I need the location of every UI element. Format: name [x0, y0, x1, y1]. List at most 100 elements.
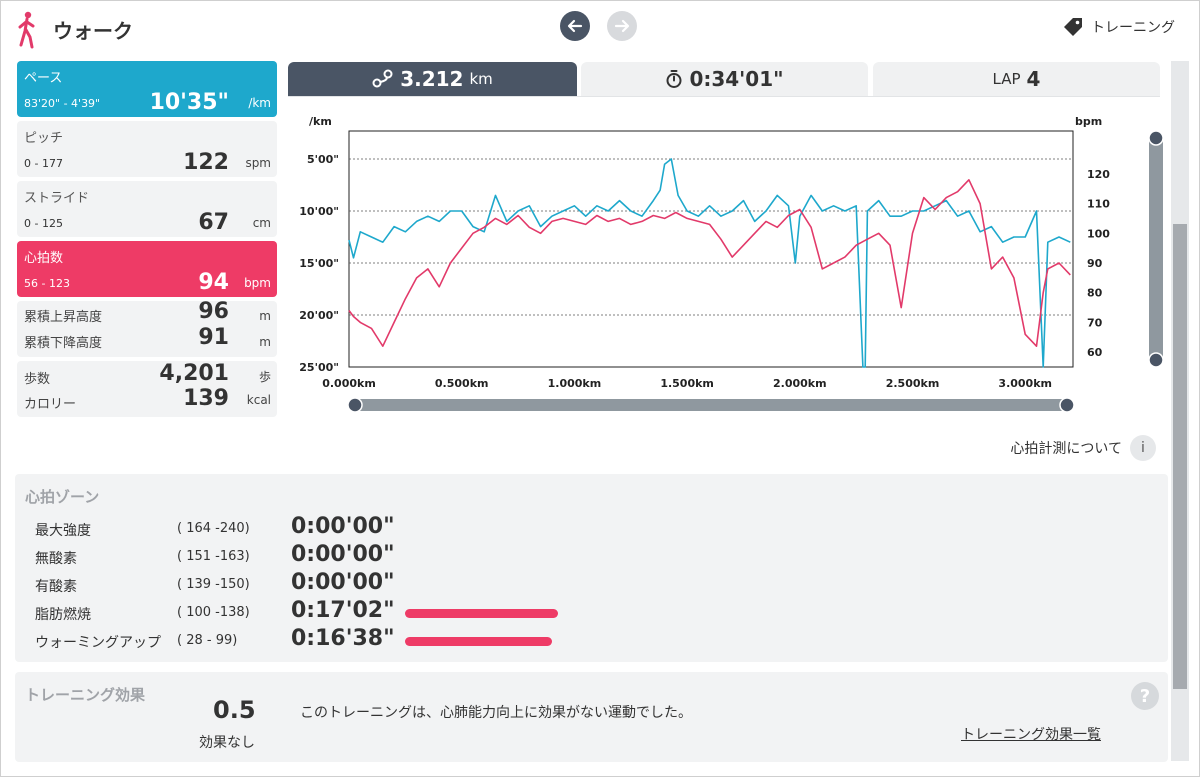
zone-name: ウォーミングアップ	[35, 635, 161, 651]
stat-label: カロリー	[24, 397, 77, 412]
y-right-tick-label: 110	[1087, 198, 1110, 211]
page-scrollbar[interactable]	[1171, 61, 1189, 761]
effect-level: 効果なし	[199, 735, 255, 751]
effect-value: 0.5	[213, 696, 256, 724]
stat-range: 56 - 123	[24, 277, 70, 290]
y-right-tick-label: 70	[1087, 316, 1103, 329]
stat-unit: /km	[248, 96, 271, 110]
stopwatch-icon	[666, 70, 682, 88]
x-tick-label: 2.000km	[773, 377, 827, 390]
stats-panel: ペース 83'20" - 4'39" 10'35" /km ピッチ 0 - 17…	[17, 61, 277, 421]
stat-value: 67	[198, 210, 229, 235]
tab-distance[interactable]: 3.212 km	[288, 62, 577, 96]
x-tick-label: 1.000km	[548, 377, 602, 390]
stat-descent: 累積下降高度 91 m	[17, 325, 277, 351]
y-right-tick-label: 120	[1087, 168, 1110, 181]
y-left-axis-unit: /km	[309, 115, 332, 128]
tab-lap[interactable]: LAP 4	[873, 62, 1160, 96]
zone-range: ( 100 -138)	[177, 605, 250, 620]
stat-unit: spm	[245, 156, 271, 170]
range-slider-track	[353, 399, 1069, 411]
route-icon	[372, 69, 393, 88]
next-button[interactable]	[607, 11, 637, 41]
stat-unit: m	[259, 309, 271, 323]
vertical-slider-track	[1149, 131, 1163, 367]
distance-value: 3.212	[400, 67, 464, 91]
stat-label: 歩数	[24, 372, 51, 387]
stat-unit: cm	[252, 216, 271, 230]
stat-value: 10'35"	[149, 90, 229, 115]
info-icon: i	[1130, 435, 1156, 461]
training-effect: トレーニング効果 0.5 効果なし このトレーニングは、心肺能力向上に効果がない…	[15, 672, 1168, 762]
x-tick-label: 0.500km	[435, 377, 489, 390]
stat-value: 4,201	[159, 361, 229, 386]
x-tick-label: 2.500km	[886, 377, 940, 390]
effect-list-link[interactable]: トレーニング効果一覧	[961, 724, 1101, 744]
stat-value: 94	[198, 270, 229, 295]
y-left-tick-label: 15'00"	[299, 257, 339, 270]
stat-value: 139	[183, 386, 229, 411]
x-tick-label: 3.000km	[998, 377, 1052, 390]
effect-title: トレーニング効果	[25, 686, 146, 704]
stat-label: ピッチ	[24, 131, 64, 146]
stat-heart-rate[interactable]: 心拍数 56 - 123 94 bpm	[17, 241, 277, 297]
stat-unit: bpm	[244, 276, 271, 290]
y-right-tick-label: 100	[1087, 227, 1110, 240]
y-left-tick-label: 25'00"	[299, 361, 339, 374]
zone-bar	[405, 609, 558, 618]
arrow-right-icon	[614, 19, 630, 33]
scrollbar-thumb[interactable]	[1173, 224, 1187, 689]
stat-unit: kcal	[246, 393, 271, 407]
header: ウォーク トレーニング	[1, 1, 1200, 57]
lap-value: 4	[1026, 67, 1041, 91]
zone-name: 脂肪燃焼	[35, 607, 91, 623]
stat-label: 累積下降高度	[24, 336, 103, 351]
lap-label: LAP	[992, 70, 1021, 88]
zone-row: ウォーミングアップ ( 28 - 99) 0:16'38"	[15, 626, 715, 654]
training-link[interactable]: トレーニング	[1061, 15, 1175, 39]
zone-range: ( 164 -240)	[177, 521, 250, 536]
stat-range: 0 - 125	[24, 217, 63, 230]
tab-time[interactable]: 0:34'01"	[581, 62, 868, 96]
time-value: 0:34'01"	[689, 67, 784, 91]
stat-unit: m	[259, 335, 271, 349]
y-right-tick-label: 60	[1087, 346, 1103, 359]
zone-row: 無酸素 ( 151 -163) 0:00'00"	[15, 542, 715, 570]
zone-time: 0:00'00"	[291, 570, 395, 595]
help-icon[interactable]: ?	[1131, 682, 1159, 710]
range-slider-handle-start	[347, 397, 363, 413]
range-slider-handle-end	[1059, 397, 1075, 413]
stat-label: ストライド	[24, 191, 90, 206]
x-tick-label: 1.500km	[660, 377, 714, 390]
stat-range: 0 - 177	[24, 157, 63, 170]
stat-value: 122	[183, 150, 229, 175]
stat-pitch[interactable]: ピッチ 0 - 177 122 spm	[17, 121, 277, 177]
y-left-tick-label: 20'00"	[299, 309, 339, 322]
zone-range: ( 28 - 99)	[177, 633, 238, 648]
zone-name: 無酸素	[35, 551, 77, 567]
zone-row: 最大強度 ( 164 -240) 0:00'00"	[15, 514, 715, 542]
stat-label: 心拍数	[24, 251, 64, 266]
zone-bar	[405, 637, 552, 646]
zone-range: ( 139 -150)	[177, 577, 250, 592]
zone-name: 有酸素	[35, 579, 77, 595]
stat-unit: 歩	[258, 370, 271, 384]
pace-heart-rate-chart: 5'00" 10'00" 15'00" 20'00" 25'00" /km 120 110 10…	[299, 115, 1164, 413]
zone-row: 脂肪燃焼 ( 100 -138) 0:17'02"	[15, 598, 715, 626]
y-left-tick-label: 10'00"	[299, 205, 339, 218]
heart-rate-zones: 心拍ゾーン 最大強度 ( 164 -240) 0:00'00" 無酸素 ( 15…	[15, 474, 1168, 662]
tag-icon	[1064, 18, 1082, 36]
arrow-left-icon	[567, 19, 583, 33]
stat-label: 累積上昇高度	[24, 310, 103, 325]
plot-area	[348, 130, 1074, 368]
stat-label: ペース	[24, 71, 63, 86]
heart-rate-about-label: 心拍計測について	[1010, 441, 1122, 457]
previous-button[interactable]	[560, 11, 590, 41]
stat-altitude: 累積上昇高度 96 m 累積下降高度 91 m	[17, 299, 277, 357]
heart-rate-about-link[interactable]: 心拍計測について i	[1010, 435, 1156, 461]
stat-pace[interactable]: ペース 83'20" - 4'39" 10'35" /km	[17, 61, 277, 117]
app-window: ウォーク トレーニング ペース 83'20" - 4'39" 10'35" /k…	[0, 0, 1200, 777]
distance-unit: km	[469, 70, 493, 88]
zone-row: 有酸素 ( 139 -150) 0:00'00"	[15, 570, 715, 598]
stat-stride[interactable]: ストライド 0 - 125 67 cm	[17, 181, 277, 237]
